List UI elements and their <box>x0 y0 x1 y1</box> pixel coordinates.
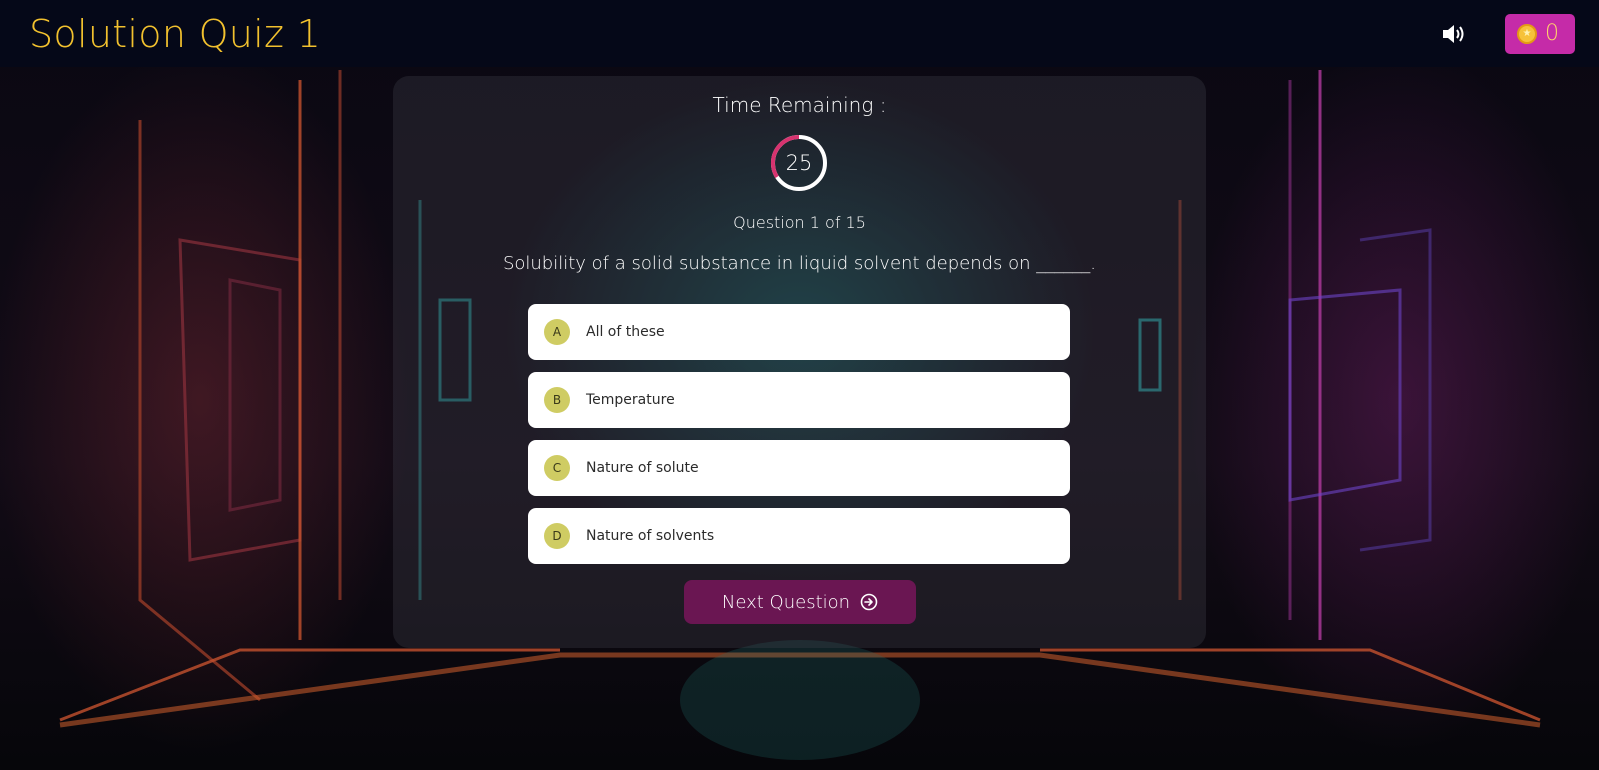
option-a[interactable]: A All of these <box>528 304 1070 360</box>
coin-icon: ★ <box>1517 23 1537 44</box>
time-remaining-label: Time Remaining : <box>712 93 887 117</box>
option-letter: C <box>544 455 570 481</box>
top-bar: Solution Quiz 1 ★ 0 <box>0 0 1599 67</box>
countdown-timer: 25 <box>770 134 828 192</box>
option-letter: D <box>544 523 570 549</box>
quiz-title: Solution Quiz 1 <box>29 11 322 56</box>
option-text: Nature of solvents <box>586 528 715 544</box>
option-text: Temperature <box>586 392 675 408</box>
option-letter: B <box>544 387 570 413</box>
option-b[interactable]: B Temperature <box>528 372 1070 428</box>
next-question-label: Next Question <box>721 591 851 613</box>
option-text: All of these <box>586 324 665 340</box>
timer-value: 25 <box>785 151 813 175</box>
option-c[interactable]: C Nature of solute <box>528 440 1070 496</box>
question-progress: Question 1 of 15 <box>733 213 866 232</box>
volume-icon[interactable] <box>1439 19 1469 49</box>
option-text: Nature of solute <box>586 460 699 476</box>
header-actions: ★ 0 <box>1439 13 1575 54</box>
question-text: Solubility of a solid substance in liqui… <box>502 253 1097 274</box>
option-d[interactable]: D Nature of solvents <box>528 508 1070 564</box>
coin-counter: ★ 0 <box>1505 13 1575 54</box>
answer-options: A All of these B Temperature C Nature of… <box>528 304 1070 576</box>
option-letter: A <box>544 319 570 345</box>
quiz-panel: Time Remaining : 25 Question 1 of 15 Sol… <box>393 76 1206 648</box>
coin-count: 0 <box>1545 21 1559 46</box>
arrow-circle-right-icon <box>860 593 878 611</box>
next-question-button[interactable]: Next Question <box>684 580 916 624</box>
